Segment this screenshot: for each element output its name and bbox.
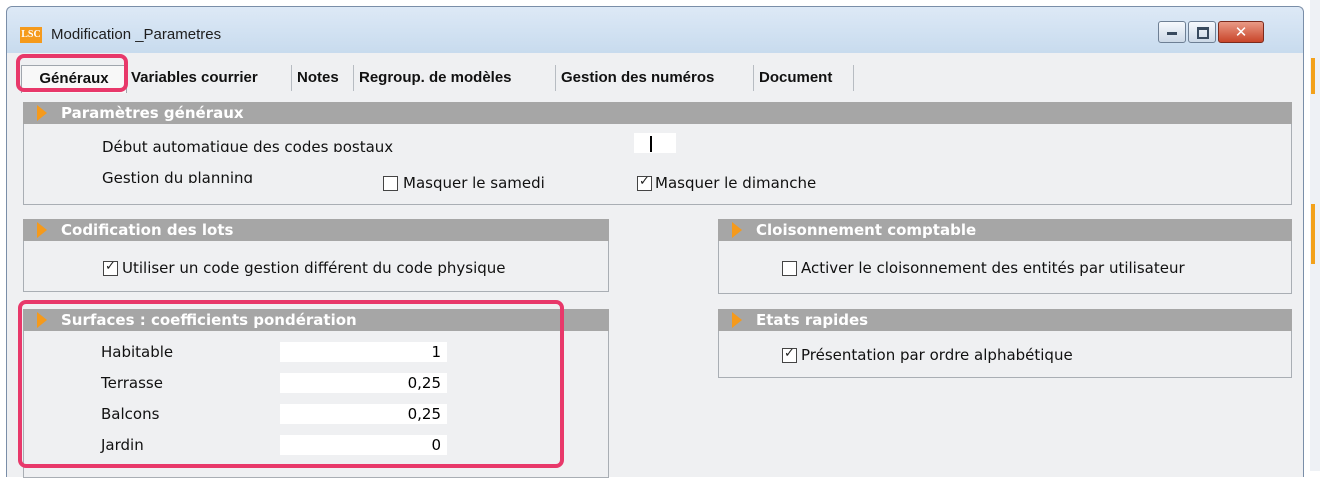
checkmark-icon: ✓	[784, 346, 795, 361]
group-body-surfaces: Habitable 1 Terrasse 0,25 Balcons 0,25 J…	[23, 331, 609, 478]
group-header-lots: Codification des lots	[23, 219, 609, 241]
surface-label-balcons: Balcons	[101, 405, 160, 423]
surface-input-balcons[interactable]: 0,25	[280, 404, 447, 424]
surface-label-habitable: Habitable	[101, 343, 174, 361]
window-title: Modification _Parametres	[51, 26, 222, 43]
masquer-dimanche-checkbox[interactable]: ✓	[637, 174, 652, 191]
group-title: Etats rapides	[756, 311, 869, 329]
expand-arrow-icon[interactable]	[732, 222, 742, 238]
group-body-cloisonnement: Activer le cloisonnement des entités par…	[718, 241, 1292, 294]
code-gestion-label[interactable]: Utiliser un code gestion différent du co…	[122, 259, 506, 277]
tab-document[interactable]: Document	[755, 65, 854, 91]
tab-gestion-numeros[interactable]: Gestion des numéros	[557, 65, 754, 91]
checkmark-icon: ✓	[639, 174, 650, 189]
expand-arrow-icon[interactable]	[732, 312, 742, 328]
expand-arrow-icon[interactable]	[37, 105, 47, 121]
group-body-parametres: Début automatique des codes postaux Gest…	[23, 124, 1292, 205]
group-title: Surfaces : coefficients pondération	[61, 311, 357, 329]
text-cursor	[650, 136, 652, 152]
code-gestion-checkbox[interactable]: ✓	[103, 259, 118, 276]
tab-notes[interactable]: Notes	[293, 65, 354, 91]
lsc-app-icon: LSC	[20, 27, 42, 43]
close-button[interactable]: ✕	[1218, 21, 1264, 43]
surface-input-terrasse[interactable]: 0,25	[280, 373, 447, 393]
masquer-dimanche-label[interactable]: Masquer le dimanche	[655, 174, 816, 192]
minimize-button[interactable]	[1158, 21, 1186, 43]
group-title: Paramètres généraux	[61, 104, 244, 122]
group-title: Codification des lots	[61, 221, 234, 239]
group-body-etats: ✓ Présentation par ordre alphabétique	[718, 331, 1292, 378]
close-icon: ✕	[1234, 23, 1248, 41]
checkmark-icon: ✓	[105, 259, 116, 274]
maximize-button[interactable]	[1188, 21, 1216, 43]
group-body-lots: ✓ Utiliser un code gestion différent du …	[23, 241, 609, 292]
ordre-alphabetique-label[interactable]: Présentation par ordre alphabétique	[801, 346, 1073, 364]
maximize-icon	[1197, 27, 1209, 39]
parameters-window: LSC Modification _Parametres ✕ Généraux …	[6, 6, 1304, 478]
surface-label-jardin: Jardin	[101, 436, 144, 454]
tab-regroup-modeles[interactable]: Regroup. de modèles	[355, 65, 556, 91]
tab-variables-courrier[interactable]: Variables courrier	[127, 65, 292, 91]
title-bar[interactable]: LSC Modification _Parametres ✕	[7, 7, 1303, 53]
codes-postaux-input[interactable]	[634, 133, 676, 153]
group-header-parametres: Paramètres généraux	[23, 102, 1292, 124]
expand-arrow-icon[interactable]	[37, 312, 47, 328]
cloisonnement-label[interactable]: Activer le cloisonnement des entités par…	[801, 259, 1185, 277]
surface-label-terrasse: Terrasse	[101, 374, 163, 392]
surface-input-jardin[interactable]: 0	[280, 435, 447, 455]
masquer-samedi-checkbox[interactable]	[383, 176, 398, 191]
desktop-background	[1310, 0, 1320, 471]
desktop-accent-strip	[1311, 204, 1315, 264]
group-header-surfaces: Surfaces : coefficients pondération	[23, 309, 609, 331]
expand-arrow-icon[interactable]	[37, 222, 47, 238]
group-header-etats: Etats rapides	[718, 309, 1292, 331]
desktop-accent-strip	[1311, 58, 1315, 94]
masquer-samedi-label[interactable]: Masquer le samedi	[403, 174, 545, 192]
cloisonnement-checkbox[interactable]	[782, 261, 797, 276]
planning-label: Gestion du planning	[102, 169, 254, 183]
surface-input-habitable[interactable]: 1	[280, 342, 447, 362]
group-header-cloisonnement: Cloisonnement comptable	[718, 219, 1292, 241]
minimize-icon	[1167, 32, 1177, 35]
ordre-alphabetique-checkbox[interactable]: ✓	[782, 346, 797, 363]
codes-postaux-label: Début automatique des codes postaux	[102, 138, 394, 152]
tab-generaux[interactable]: Généraux	[21, 65, 127, 93]
group-title: Cloisonnement comptable	[756, 221, 977, 239]
